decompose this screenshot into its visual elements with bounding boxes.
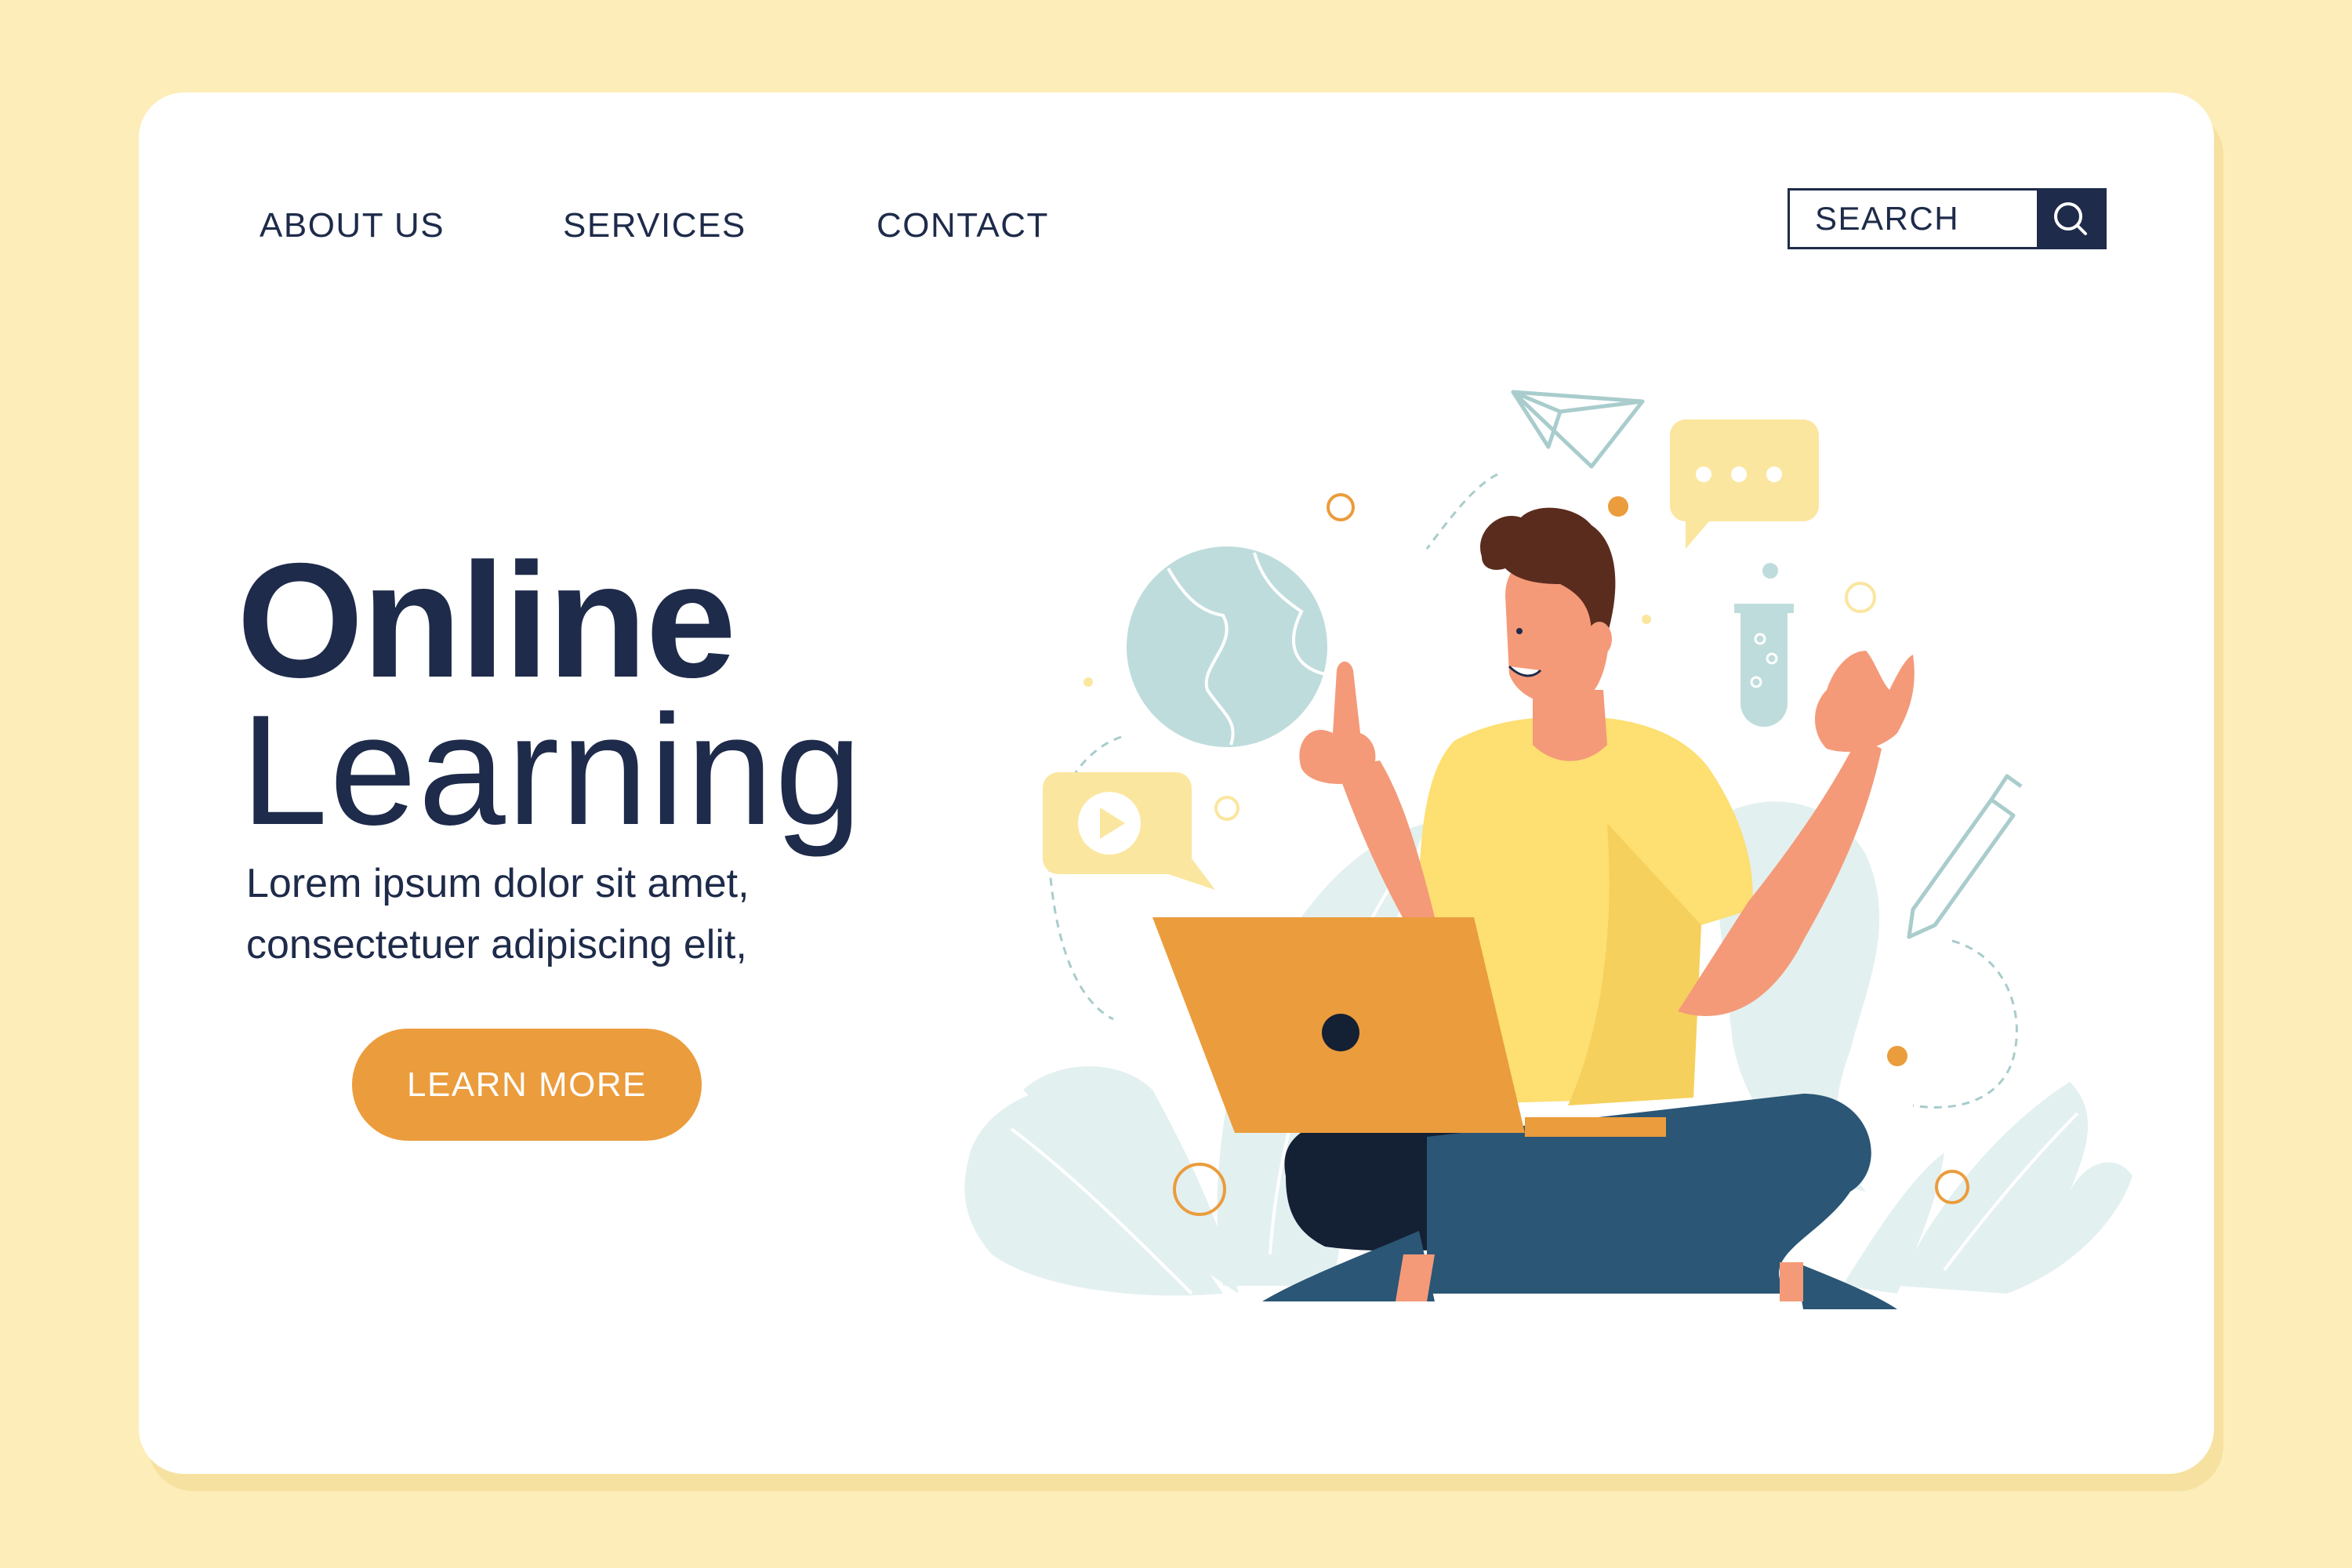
globe-icon <box>1127 546 1327 747</box>
chat-bubble-icon <box>1670 419 1819 549</box>
test-tube-icon <box>1734 563 1794 727</box>
hero-illustration <box>964 390 2132 1309</box>
paper-plane-icon <box>1511 390 1645 469</box>
pencil-icon <box>1907 774 2023 939</box>
video-play-icon <box>1043 772 1215 890</box>
